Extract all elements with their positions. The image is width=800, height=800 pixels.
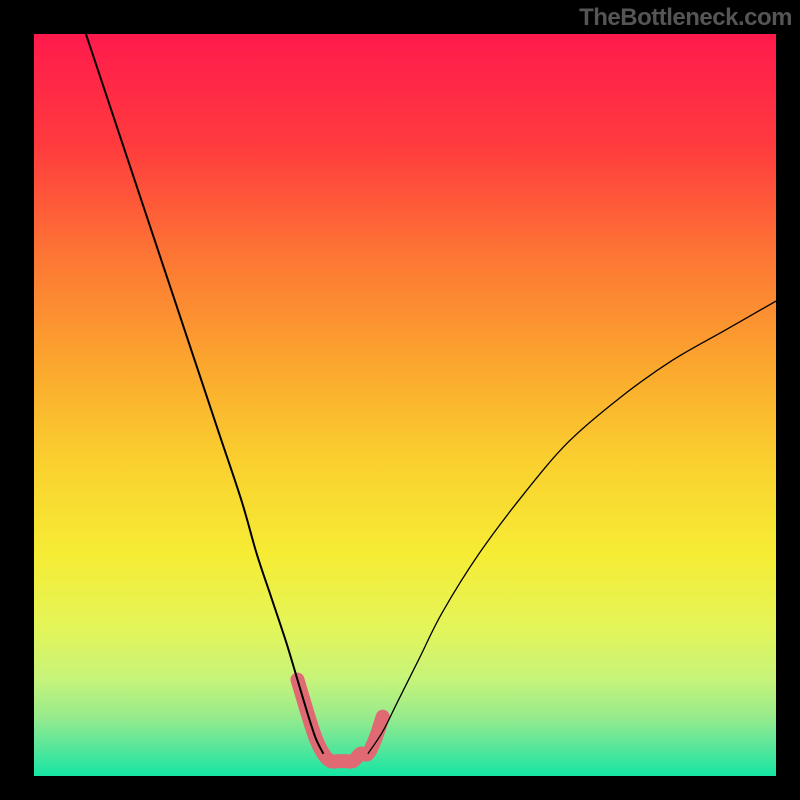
plot-area (34, 34, 776, 776)
chart-frame: TheBottleneck.com (0, 0, 800, 800)
watermark-text: TheBottleneck.com (579, 4, 792, 32)
background-gradient (34, 34, 776, 776)
